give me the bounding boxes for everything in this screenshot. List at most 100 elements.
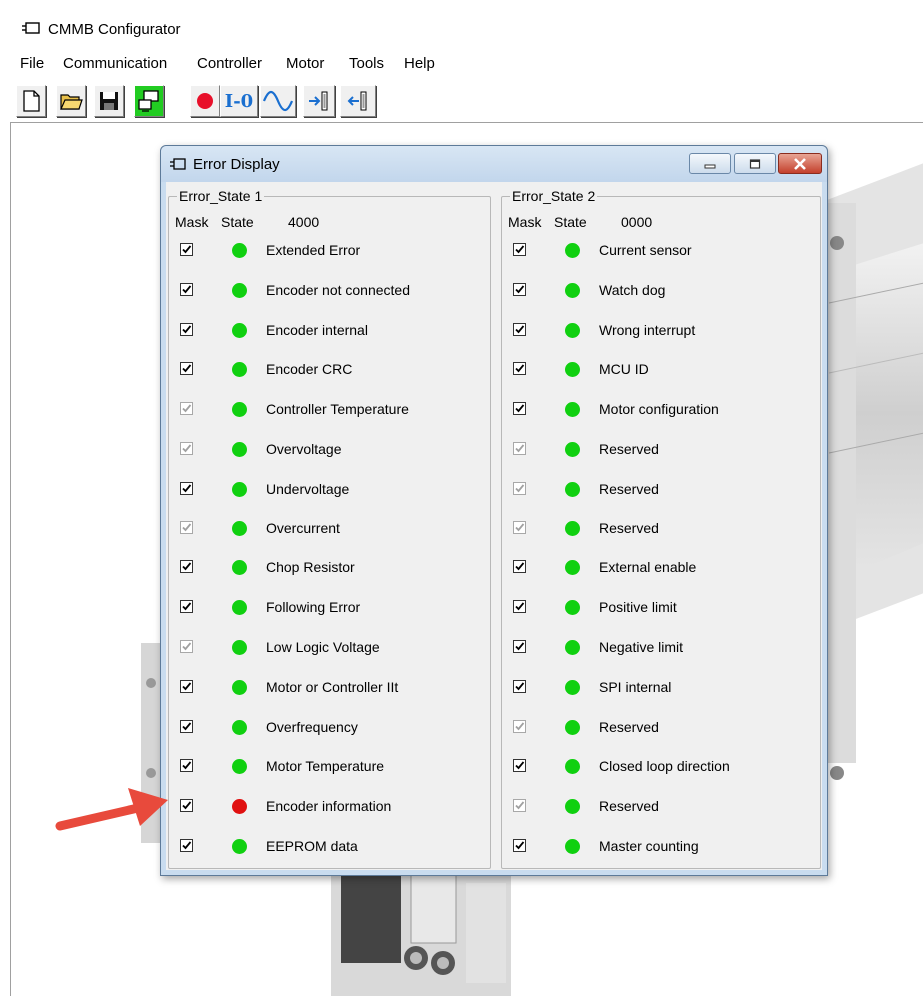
state-led-ok	[565, 362, 580, 377]
mask-checkbox[interactable]	[513, 680, 526, 693]
state-led-ok	[232, 560, 247, 575]
error-row: Wrong interrupt	[502, 319, 820, 343]
dialog-title-bar[interactable]: Error Display	[161, 146, 827, 182]
state-led-ok	[232, 323, 247, 338]
close-button[interactable]	[778, 153, 822, 174]
error-label: Encoder internal	[266, 322, 368, 338]
error-row: Current sensor	[502, 239, 820, 263]
waveform-button[interactable]	[260, 85, 296, 117]
error-label: Current sensor	[599, 242, 692, 258]
mask-header: Mask	[175, 214, 209, 230]
record-button[interactable]	[190, 85, 220, 117]
menu-controller[interactable]: Controller	[197, 55, 262, 72]
mask-checkbox[interactable]	[513, 521, 526, 534]
mask-checkbox[interactable]	[180, 560, 193, 573]
mask-checkbox[interactable]	[180, 600, 193, 613]
state-led-ok	[232, 640, 247, 655]
mask-checkbox[interactable]	[180, 521, 193, 534]
mask-checkbox[interactable]	[180, 442, 193, 455]
error-row: SPI internal	[502, 676, 820, 700]
state-led-ok	[232, 362, 247, 377]
menu-help[interactable]: Help	[404, 55, 435, 72]
error-label: Encoder not connected	[266, 282, 410, 298]
io-label: I-0	[224, 90, 254, 112]
mask-checkbox[interactable]	[513, 600, 526, 613]
mask-checkbox[interactable]	[180, 839, 193, 852]
mask-checkbox[interactable]	[180, 362, 193, 375]
arrow-from-device-icon	[347, 91, 367, 111]
error-state-value: 4000	[288, 214, 320, 230]
mask-checkbox[interactable]	[513, 839, 526, 852]
mask-checkbox[interactable]	[180, 680, 193, 693]
mask-checkbox[interactable]	[180, 482, 193, 495]
mask-checkbox[interactable]	[180, 402, 193, 415]
upload-button[interactable]	[340, 85, 376, 117]
dialog-title: Error Display	[193, 156, 280, 173]
mask-checkbox[interactable]	[180, 243, 193, 256]
error-label: Controller Temperature	[266, 401, 409, 417]
error-row: Encoder not connected	[169, 279, 490, 303]
mask-checkbox[interactable]	[180, 720, 193, 733]
mask-checkbox[interactable]	[513, 482, 526, 495]
error-row: Motor or Controller IIt	[169, 676, 490, 700]
io-button[interactable]: I-0	[220, 85, 258, 117]
mask-checkbox[interactable]	[513, 560, 526, 573]
error-row: Negative limit	[502, 636, 820, 660]
state-header: State	[221, 214, 254, 230]
error-row: Undervoltage	[169, 478, 490, 502]
menu-motor[interactable]: Motor	[286, 55, 324, 72]
state-header: State	[554, 214, 587, 230]
error-label: Extended Error	[266, 242, 361, 258]
connect-computer-icon	[138, 90, 159, 112]
error-state-value: 0000	[621, 214, 653, 230]
error-row: Master counting	[502, 835, 820, 859]
mask-checkbox[interactable]	[513, 243, 526, 256]
dialog-body: Error_State 1 Mask State 4000 Extended E…	[166, 182, 822, 870]
error-row: Reserved	[502, 438, 820, 462]
mask-checkbox[interactable]	[513, 283, 526, 296]
connect-button[interactable]	[134, 85, 164, 117]
mask-checkbox[interactable]	[180, 323, 193, 336]
error-row: MCU ID	[502, 358, 820, 382]
arrow-into-device-icon	[309, 91, 328, 111]
mask-checkbox[interactable]	[513, 362, 526, 375]
mask-checkbox[interactable]	[513, 640, 526, 653]
error-label: Motor or Controller IIt	[266, 679, 399, 695]
state-led-ok	[232, 720, 247, 735]
mask-header: Mask	[508, 214, 542, 230]
error-label: Reserved	[599, 719, 659, 735]
annotation-arrow	[55, 788, 168, 831]
maximize-button[interactable]	[734, 153, 776, 174]
download-button[interactable]	[303, 85, 335, 117]
open-file-button[interactable]	[56, 85, 86, 117]
mask-checkbox[interactable]	[513, 442, 526, 455]
error-label: Reserved	[599, 798, 659, 814]
mask-checkbox[interactable]	[180, 640, 193, 653]
mask-checkbox[interactable]	[513, 799, 526, 812]
state-led-ok	[232, 283, 247, 298]
mask-checkbox[interactable]	[180, 759, 193, 772]
error-label: Closed loop direction	[599, 758, 730, 774]
mask-checkbox[interactable]	[513, 402, 526, 415]
error-label: Reserved	[599, 520, 659, 536]
mask-checkbox[interactable]	[513, 323, 526, 336]
error-row: Motor Temperature	[169, 755, 490, 779]
toolbar: I-0	[10, 82, 923, 120]
error-label: Encoder CRC	[266, 361, 353, 377]
record-icon	[197, 93, 213, 109]
minimize-button[interactable]	[689, 153, 731, 174]
mask-checkbox[interactable]	[180, 283, 193, 296]
new-file-button[interactable]	[16, 85, 46, 117]
mask-checkbox[interactable]	[180, 799, 193, 812]
state-led-ok	[232, 759, 247, 774]
menu-tools[interactable]: Tools	[349, 55, 384, 72]
menu-communication[interactable]: Communication	[63, 55, 167, 72]
save-button[interactable]	[94, 85, 124, 117]
error-label: Master counting	[599, 838, 699, 854]
mask-checkbox[interactable]	[513, 759, 526, 772]
state-led-ok	[232, 521, 247, 536]
state-led-ok	[232, 680, 247, 695]
menu-file[interactable]: File	[20, 55, 44, 72]
mask-checkbox[interactable]	[513, 720, 526, 733]
error-row: Reserved	[502, 517, 820, 541]
